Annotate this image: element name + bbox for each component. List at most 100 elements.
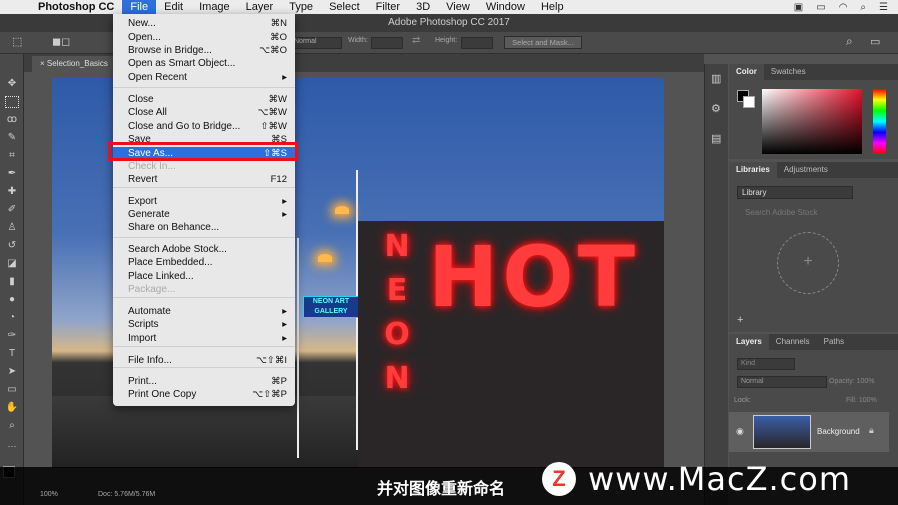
blur-tool-icon[interactable]: ● (5, 294, 19, 306)
menu-item-browse-in-bridge[interactable]: Browse in Bridge... ⌥⌘O (113, 44, 295, 57)
menu-layer[interactable]: Layer (238, 0, 282, 14)
selection-mode-icons[interactable]: ◼◻ (52, 35, 70, 48)
healing-brush-icon[interactable]: ✚ (5, 186, 19, 198)
menu-item-file-info[interactable]: File Info... ⌥⇧⌘I (113, 354, 295, 367)
tab-adjustments[interactable]: Adjustments (777, 162, 835, 178)
menu-item-close[interactable]: Close ⌘W (113, 93, 295, 106)
tab-channels[interactable]: Channels (769, 334, 817, 350)
close-tab-icon[interactable]: × (40, 59, 47, 68)
lasso-tool-icon[interactable]: ꝏ (5, 114, 19, 126)
menu-file[interactable]: File (122, 0, 157, 14)
menu-item-search-adobe-stock[interactable]: Search Adobe Stock... (113, 243, 295, 256)
more-tools-icon[interactable]: ··· (5, 440, 19, 452)
search-icon[interactable]: ⌕ (846, 34, 853, 48)
zoom-tool-icon[interactable]: ⌕ (5, 420, 19, 432)
menu-type[interactable]: Type (281, 0, 321, 14)
menu-item-revert[interactable]: Revert F12 (113, 173, 295, 186)
move-tool-icon[interactable]: ✥ (5, 78, 19, 90)
zoom-level[interactable]: 100% (40, 491, 58, 498)
menu-window[interactable]: Window (478, 0, 533, 14)
width-field[interactable] (371, 37, 403, 49)
tab-color[interactable]: Color (729, 64, 764, 80)
menu-item-automate[interactable]: Automate ▸ (113, 305, 295, 318)
tab-layers[interactable]: Layers (729, 334, 769, 350)
hand-tool-icon[interactable]: ✋ (5, 402, 19, 414)
menu-item-share-on-behance[interactable]: Share on Behance... (113, 221, 295, 234)
clone-stamp-icon[interactable]: ♙ (5, 222, 19, 234)
brush-tool-icon[interactable]: ✐ (5, 204, 19, 216)
tab-libraries[interactable]: Libraries (729, 162, 777, 178)
blend-mode-select[interactable]: Normal (737, 376, 827, 388)
menu-item-close-and-go-to-bridge[interactable]: Close and Go to Bridge... ⇧⌘W (113, 120, 295, 133)
color-field[interactable] (762, 89, 862, 154)
info-panel-icon[interactable]: ▤ (711, 132, 721, 145)
tab-swatches[interactable]: Swatches (764, 64, 813, 80)
path-select-icon[interactable]: ➤ (5, 366, 19, 378)
display-icon[interactable]: ▭ (816, 2, 825, 13)
menu-select[interactable]: Select (321, 0, 368, 14)
notification-center-icon[interactable]: ☰ (879, 2, 888, 13)
dodge-tool-icon[interactable]: ◔ (5, 312, 19, 324)
opacity-field[interactable]: Opacity: 100% (829, 378, 875, 385)
tools-panel: ✥ ꝏ ✎ ⌗ ✒ ✚ ✐ ♙ ↺ ◪ ▮ ● ◔ ✑ T ➤ ▭ ✋ ⌕ ··… (0, 54, 24, 505)
menu-item-check-in[interactable]: Check In... (113, 160, 295, 173)
screen-record-icon[interactable]: ▣ (794, 2, 803, 13)
library-select[interactable]: Library (737, 186, 853, 199)
menu-item-new[interactable]: New... ⌘N (113, 17, 295, 30)
fill-field[interactable]: Fill: 100% (846, 397, 877, 404)
pen-tool-icon[interactable]: ✑ (5, 330, 19, 342)
menu-item-place-embedded[interactable]: Place Embedded... (113, 256, 295, 269)
menu-item-place-linked[interactable]: Place Linked... (113, 270, 295, 283)
add-content-icon[interactable]: + (737, 314, 743, 326)
menu-help[interactable]: Help (533, 0, 572, 14)
menu-item-close-all[interactable]: Close All ⌥⌘W (113, 106, 295, 119)
menu-item-package[interactable]: Package... (113, 283, 295, 296)
background-swatch[interactable] (743, 96, 755, 108)
menu-item-label: Package... (128, 284, 176, 295)
layer-name[interactable]: Background (817, 427, 860, 436)
add-library-icon[interactable]: + (777, 232, 839, 294)
layer-row[interactable]: ◉ Background 🔒︎ (729, 412, 889, 452)
hue-slider[interactable] (873, 89, 886, 154)
menu-edit[interactable]: Edit (156, 0, 191, 14)
swap-icon[interactable]: ⇄ (412, 35, 420, 47)
tab-paths[interactable]: Paths (817, 334, 851, 350)
menu-item-open-recent[interactable]: Open Recent ▸ (113, 71, 295, 84)
marquee-tool-icon[interactable] (5, 96, 19, 108)
menu-item-open-as-smart-object[interactable]: Open as Smart Object... (113, 57, 295, 70)
menu-filter[interactable]: Filter (368, 0, 408, 14)
menu-image[interactable]: Image (191, 0, 238, 14)
height-field[interactable] (461, 37, 493, 49)
gradient-tool-icon[interactable]: ▮ (5, 276, 19, 288)
menu-item-generate[interactable]: Generate ▸ (113, 208, 295, 221)
type-tool-icon[interactable]: T (5, 348, 19, 360)
menu-item-print[interactable]: Print... ⌘P (113, 375, 295, 388)
visibility-eye-icon[interactable]: ◉ (736, 426, 744, 437)
document-tab[interactable]: × Selection_Basics (32, 56, 116, 72)
menu-item-import[interactable]: Import ▸ (113, 332, 295, 345)
menu-view[interactable]: View (438, 0, 478, 14)
height-label: Height: (435, 37, 458, 44)
select-and-mask-button[interactable]: Select and Mask... (504, 36, 582, 49)
menu-item-scripts[interactable]: Scripts ▸ (113, 318, 295, 331)
history-brush-icon[interactable]: ↺ (5, 240, 19, 252)
rectangle-tool-icon[interactable]: ▭ (5, 384, 19, 396)
quick-select-tool-icon[interactable]: ✎ (5, 132, 19, 144)
wifi-icon[interactable]: ◠ (839, 2, 848, 13)
search-stock-field[interactable]: Search Adobe Stock (745, 208, 818, 217)
history-panel-icon[interactable]: ▥ (711, 72, 721, 85)
menu-3d[interactable]: 3D (408, 0, 438, 14)
app-menu[interactable]: Photoshop CC (30, 0, 122, 14)
menu-item-export[interactable]: Export ▸ (113, 195, 295, 208)
eyedropper-tool-icon[interactable]: ✒ (5, 168, 19, 180)
eraser-tool-icon[interactable]: ◪ (5, 258, 19, 270)
style-select[interactable]: Normal (290, 37, 342, 49)
menu-item-open[interactable]: Open... ⌘O (113, 31, 295, 44)
spotlight-search-icon[interactable]: ⌕ (860, 2, 866, 13)
marquee-tool-preset-icon[interactable]: ⬚ (12, 35, 22, 48)
layer-filter-kind[interactable]: Kind (737, 358, 795, 370)
workspace-icon[interactable]: ▭ (870, 35, 880, 48)
crop-tool-icon[interactable]: ⌗ (5, 150, 19, 162)
properties-panel-icon[interactable]: ⚙ (711, 102, 721, 115)
menu-item-print-one-copy[interactable]: Print One Copy ⌥⇧⌘P (113, 388, 295, 401)
